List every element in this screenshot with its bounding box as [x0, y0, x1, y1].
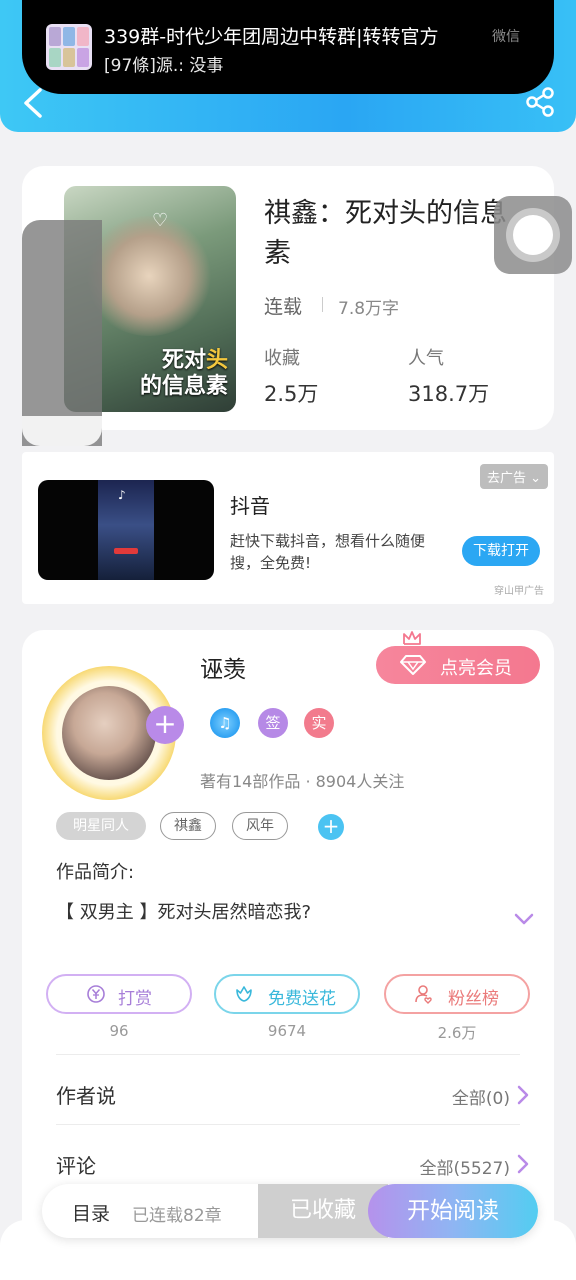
vip-member-button[interactable]: 点亮会员: [376, 646, 540, 684]
popularity-value: 318.7万: [408, 382, 490, 406]
author-avatar-frame[interactable]: +: [42, 666, 184, 800]
signed-badge: 签: [258, 708, 288, 738]
ad-card[interactable]: ♪ 抖音 赶快下载抖音，想看什么随便搜，全免费! 去广告 ⌄ 下载打开 穿山甲广…: [22, 452, 554, 604]
book-status: 连载: [264, 296, 303, 318]
favorites-value: 2.5万: [264, 382, 319, 406]
table-of-contents-button[interactable]: 目录: [72, 1199, 110, 1226]
word-count: 7.8万字: [338, 299, 400, 319]
fans-ranking-button[interactable]: 粉丝榜: [384, 974, 530, 1014]
ad-description: 赶快下载抖音，想看什么随便搜，全免费!: [230, 532, 426, 572]
tag-item[interactable]: 风年: [232, 812, 288, 840]
douyin-logo-icon: ♪: [118, 488, 126, 502]
notification-banner[interactable]: 339群-时代少年团周边中转群|转转官方 [97條]源.: 没事 微信: [22, 0, 554, 94]
author-says-label[interactable]: 作者说: [56, 1080, 116, 1109]
music-badge-icon: ♫: [210, 708, 240, 738]
divider: [56, 1124, 520, 1125]
group-avatar: [46, 24, 92, 70]
verified-badge: 实: [304, 708, 334, 738]
yen-coin-icon: [87, 985, 105, 1003]
chevron-down-icon[interactable]: [514, 912, 534, 926]
book-title: 祺鑫：死对头的信息素: [264, 198, 507, 269]
fans-user-icon: [415, 985, 432, 1004]
tag-category[interactable]: 明星同人: [56, 812, 146, 840]
comments-count[interactable]: 全部(5527): [419, 1154, 510, 1179]
assistive-touch-button[interactable]: [494, 196, 572, 274]
follow-button[interactable]: +: [146, 706, 184, 744]
avatar: [62, 686, 156, 780]
heart-icon: ♡: [152, 210, 169, 231]
popularity-label: 人气: [408, 348, 444, 369]
flower-icon: [236, 986, 252, 1002]
flower-count: 9674: [267, 1022, 307, 1040]
ad-source-label: 穿山甲广告: [494, 586, 544, 597]
add-tag-button[interactable]: +: [318, 814, 344, 840]
back-arrow-icon[interactable]: [20, 86, 46, 120]
comments-label[interactable]: 评论: [56, 1150, 96, 1179]
notification-title: 339群-时代少年团周边中转群|转转官方: [104, 26, 439, 48]
remove-ad-button[interactable]: 去广告 ⌄: [480, 464, 549, 489]
notification-source: 微信: [492, 29, 520, 45]
ad-thumbnail: ♪: [38, 480, 214, 580]
intro-text: 【 双男主 】死对头居然暗恋我?: [56, 902, 311, 923]
author-stats: 著有14部作品 · 8904人关注: [200, 772, 405, 791]
divider: [56, 1054, 520, 1055]
chevron-right-icon[interactable]: [516, 1085, 530, 1105]
bottom-action-bar: 目录 已连载82章 已收藏 开始阅读: [42, 1184, 538, 1238]
send-flower-button[interactable]: 免费送花: [214, 974, 360, 1014]
book-info-card: ♡ 死对头 的信息素 祺鑫：死对头的信息素 连载 7.8万字 收藏 2.5万 人…: [22, 166, 554, 446]
floating-side-overlay: [22, 220, 102, 446]
intro-label: 作品简介:: [56, 862, 135, 883]
diamond-icon: [400, 655, 426, 675]
author-card: + 诬羡 点亮会员 ♫ 签 实 著有14部作品 · 8904人关注 明星同人 祺…: [22, 630, 554, 1250]
chapter-count[interactable]: 已连载82章: [132, 1201, 222, 1226]
start-reading-button[interactable]: 开始阅读: [368, 1184, 538, 1238]
tip-count: 96: [109, 1022, 129, 1040]
favorites-label: 收藏: [264, 348, 300, 369]
chevron-right-icon[interactable]: [516, 1154, 530, 1174]
status-divider: [322, 297, 323, 312]
fans-count: 2.6万: [437, 1024, 477, 1042]
cover-title-text: 死对头 的信息素: [139, 348, 228, 399]
crown-icon: [403, 631, 421, 645]
author-name[interactable]: 诬羡: [200, 650, 246, 684]
notification-message: [97條]源.: 没事: [104, 56, 224, 76]
tip-button[interactable]: 打赏: [46, 974, 192, 1014]
ad-download-button[interactable]: 下载打开: [462, 536, 540, 566]
author-says-count[interactable]: 全部(0): [452, 1084, 510, 1109]
tag-item[interactable]: 祺鑫: [160, 812, 216, 840]
ad-title: 抖音: [230, 494, 270, 518]
